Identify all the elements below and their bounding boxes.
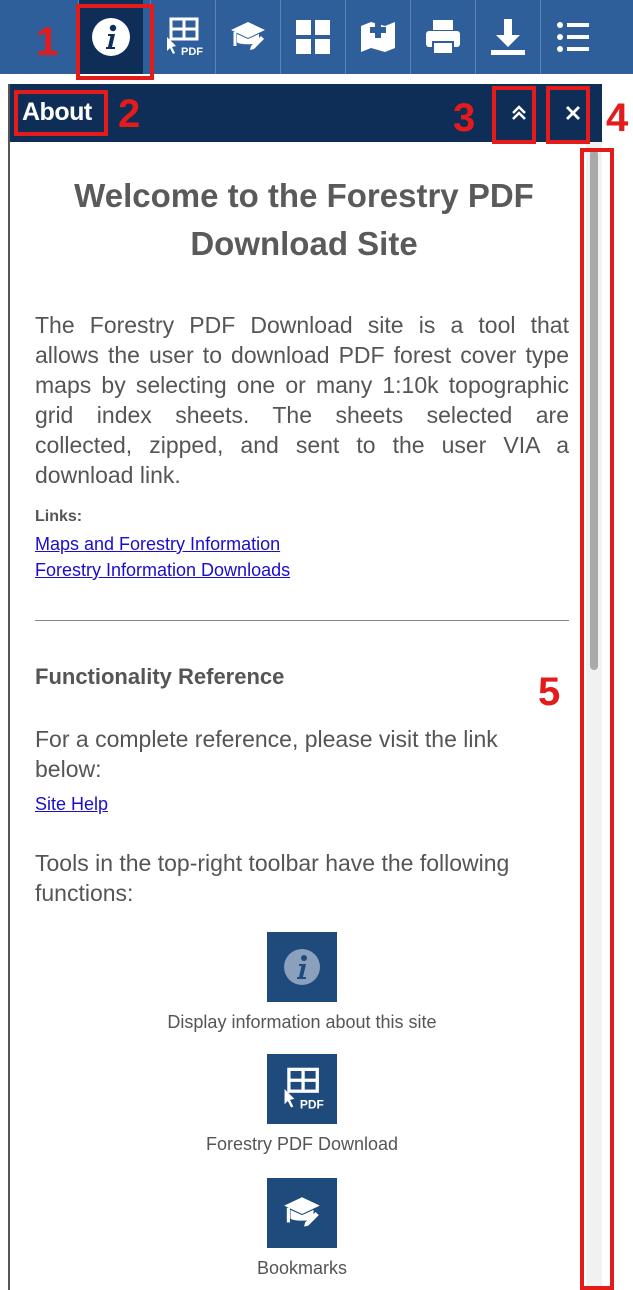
welcome-heading: Welcome to the Forestry PDF Download Sit… — [74, 177, 534, 262]
download-tool-button[interactable] — [475, 0, 540, 74]
add-data-tool-button[interactable] — [345, 0, 410, 74]
callout-box-5 — [580, 148, 614, 1290]
divider — [35, 620, 569, 621]
callout-box-3 — [492, 86, 536, 144]
tool-entry-forestry-pdf: PDF Forestry PDF Download — [35, 1054, 569, 1155]
layer-list-tool-button[interactable] — [540, 0, 605, 74]
info-icon — [267, 932, 337, 1002]
callout-box-1 — [76, 4, 154, 80]
site-help-link[interactable]: Site Help — [35, 794, 108, 815]
callout-box-4 — [546, 86, 590, 144]
bookmarks-tool-button[interactable] — [215, 0, 280, 74]
basemap-tool-button[interactable] — [280, 0, 345, 74]
forestry-pdf-tool-button[interactable]: PDF — [150, 0, 215, 74]
print-icon — [426, 20, 460, 55]
callout-number-3: 3 — [453, 96, 476, 140]
forestry-pdf-icon: PDF — [267, 1054, 337, 1124]
functionality-heading: Functionality Reference — [35, 664, 285, 689]
tools-intro-text: Tools in the top-right toolbar have the … — [35, 850, 510, 906]
forestry-pdf-download-icon: PDF — [167, 17, 203, 58]
tool-caption: Display information about this site — [167, 1012, 437, 1032]
forestry-downloads-link[interactable]: Forestry Information Downloads — [35, 560, 290, 581]
layer-list-icon — [557, 22, 589, 52]
download-icon — [491, 19, 525, 55]
svg-text:PDF: PDF — [181, 46, 203, 58]
reference-text: For a complete reference, please visit t… — [35, 726, 498, 782]
basemap-gallery-icon — [296, 20, 330, 54]
add-data-icon — [361, 22, 395, 52]
callout-number-5: 5 — [538, 670, 561, 714]
about-panel: About Welcome to the Forestry PDF Downlo… — [8, 84, 602, 1290]
print-tool-button[interactable] — [410, 0, 475, 74]
bookmarks-icon — [231, 22, 265, 50]
svg-text:PDF: PDF — [300, 1098, 324, 1112]
tool-entry-bookmarks: Bookmarks — [35, 1178, 569, 1279]
callout-box-2 — [14, 90, 108, 136]
tool-entry-info: Display information about this site — [35, 932, 569, 1033]
links-label: Links: — [35, 508, 83, 525]
tool-caption: Forestry PDF Download — [205, 1134, 399, 1154]
intro-text: The Forestry PDF Download site is a tool… — [35, 312, 569, 488]
callout-number-1: 1 — [36, 20, 59, 64]
callout-number-2: 2 — [118, 92, 141, 136]
tool-caption: Bookmarks — [256, 1258, 348, 1278]
panel-content: Welcome to the Forestry PDF Download Sit… — [10, 142, 578, 1290]
bookmarks-icon — [267, 1178, 337, 1248]
callout-number-4: 4 — [606, 96, 629, 140]
maps-forestry-link[interactable]: Maps and Forestry Information — [35, 534, 280, 555]
